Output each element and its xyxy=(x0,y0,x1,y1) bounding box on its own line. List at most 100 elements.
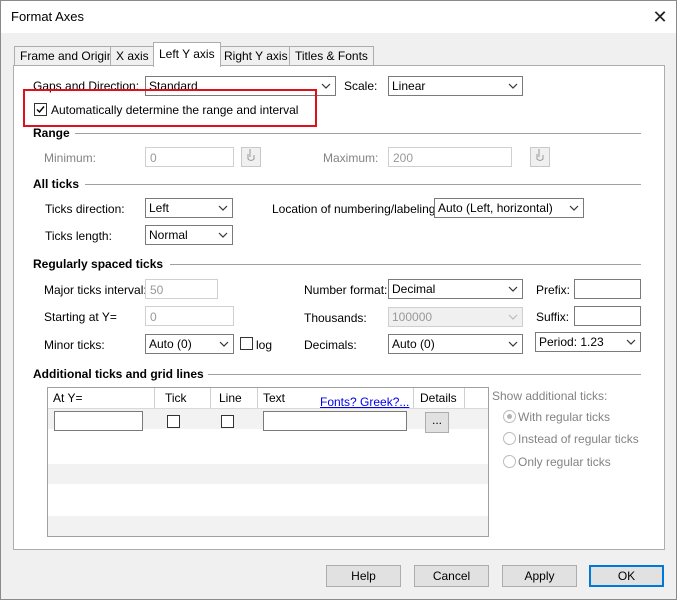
col-line: Line xyxy=(219,391,242,405)
tab-frame-and-origin[interactable]: Frame and Origin xyxy=(14,46,120,66)
additional-ticks-grid: At Y= Tick Line Text Fonts? Greek?... De… xyxy=(47,387,489,537)
chevron-down-icon xyxy=(508,314,518,320)
table-row xyxy=(48,492,488,512)
suffix-label: Suffix: xyxy=(536,310,570,324)
chevron-down-icon xyxy=(508,341,518,347)
ticks-length-value: Normal xyxy=(149,228,188,242)
col-divider xyxy=(154,388,155,408)
radio-only-regular[interactable] xyxy=(503,455,516,468)
pick-maximum-button[interactable] xyxy=(530,147,550,167)
minor-ticks-label: Minor ticks: xyxy=(44,338,105,352)
ticks-direction-label: Ticks direction: xyxy=(45,202,125,216)
minor-ticks-value: Auto (0) xyxy=(149,337,192,351)
log-checkbox[interactable] xyxy=(240,337,253,350)
radio-instead-of-regular[interactable] xyxy=(503,432,516,445)
line-checkbox[interactable] xyxy=(221,415,234,428)
maximum-value: 200 xyxy=(393,151,414,165)
minimum-input[interactable]: 0 xyxy=(145,147,234,167)
tab-x-axis[interactable]: X axis xyxy=(110,46,155,66)
decimals-value: Auto (0) xyxy=(392,337,435,351)
major-interval-label: Major ticks interval: xyxy=(44,283,147,297)
title-bar: Format Axes ✕ xyxy=(1,1,676,33)
tab-right-y-axis[interactable]: Right Y axis xyxy=(218,46,294,66)
period-value: Period: 1.23 xyxy=(539,335,604,349)
at-y-input[interactable] xyxy=(54,411,143,431)
chevron-down-icon xyxy=(508,83,518,89)
maximum-input[interactable]: 200 xyxy=(388,147,512,167)
chevron-down-icon xyxy=(626,339,636,345)
all-ticks-divider xyxy=(85,184,641,185)
location-label: Location of numbering/labeling: xyxy=(272,202,439,216)
maximum-label: Maximum: xyxy=(323,151,379,165)
radio-with-regular[interactable] xyxy=(503,410,516,423)
col-divider xyxy=(257,388,258,408)
thousands-value: 100000 xyxy=(392,310,433,324)
tab-left-y-axis[interactable]: Left Y axis xyxy=(153,42,221,67)
number-format-select[interactable]: Decimal xyxy=(388,279,523,299)
range-header: Range xyxy=(33,126,70,140)
cancel-button[interactable]: Cancel xyxy=(414,565,489,587)
details-button[interactable]: ... xyxy=(425,412,449,433)
show-additional-label: Show additional ticks: xyxy=(492,389,608,403)
scale-value: Linear xyxy=(392,79,426,93)
thousands-select[interactable]: 100000 xyxy=(388,307,523,327)
tick-checkbox[interactable] xyxy=(167,415,180,428)
number-format-label: Number format: xyxy=(304,283,388,297)
highlight-box xyxy=(23,89,317,127)
chevron-down-icon xyxy=(508,286,518,292)
starting-at-input[interactable]: 0 xyxy=(145,306,234,326)
minimum-value: 0 xyxy=(150,151,157,165)
table-row xyxy=(48,516,488,536)
text-input[interactable] xyxy=(263,411,407,431)
help-button[interactable]: Help xyxy=(326,565,401,587)
ok-button[interactable]: OK xyxy=(589,565,664,587)
prefix-input[interactable] xyxy=(574,279,641,299)
pointer-icon xyxy=(536,149,544,161)
chevron-down-icon xyxy=(218,205,228,211)
apply-button[interactable]: Apply xyxy=(502,565,577,587)
location-select[interactable]: Auto (Left, horizontal) xyxy=(434,198,584,218)
radio-instead-of-regular-label: Instead of regular ticks xyxy=(518,432,639,446)
additional-ticks-header: Additional ticks and grid lines xyxy=(33,367,204,381)
col-divider xyxy=(413,388,414,408)
grid-header-row: At Y= Tick Line Text Fonts? Greek?... De… xyxy=(48,388,488,409)
suffix-input[interactable] xyxy=(574,306,641,326)
ticks-direction-select[interactable]: Left xyxy=(145,198,233,218)
regular-ticks-divider xyxy=(170,264,641,265)
col-divider xyxy=(210,388,211,408)
col-at-y: At Y= xyxy=(53,391,83,405)
location-value: Auto (Left, horizontal) xyxy=(438,201,553,215)
ticks-direction-value: Left xyxy=(149,201,170,215)
range-divider xyxy=(75,133,641,134)
chevron-down-icon xyxy=(569,205,579,211)
col-tick: Tick xyxy=(165,391,187,405)
radio-with-regular-label: With regular ticks xyxy=(518,410,611,424)
additional-ticks-divider xyxy=(208,374,641,375)
radio-only-regular-label: Only regular ticks xyxy=(518,455,611,469)
minor-ticks-select[interactable]: Auto (0) xyxy=(145,334,234,354)
thousands-label: Thousands: xyxy=(304,311,367,325)
log-label: log xyxy=(256,338,273,352)
scale-label: Scale: xyxy=(344,79,378,93)
decimals-select[interactable]: Auto (0) xyxy=(388,334,523,354)
table-row: ... xyxy=(48,409,488,433)
scale-select[interactable]: Linear xyxy=(388,76,523,96)
starting-at-value: 0 xyxy=(150,310,157,324)
major-interval-value: 50 xyxy=(150,283,164,297)
major-interval-input[interactable]: 50 xyxy=(145,279,218,299)
prefix-label: Prefix: xyxy=(536,283,571,297)
close-icon[interactable]: ✕ xyxy=(645,3,675,31)
fonts-greek-link[interactable]: Fonts? Greek?... xyxy=(320,395,409,409)
col-text: Text xyxy=(263,391,286,405)
minimum-label: Minimum: xyxy=(44,151,97,165)
number-format-value: Decimal xyxy=(392,282,436,296)
window-title: Format Axes xyxy=(11,9,84,24)
col-details: Details xyxy=(420,391,457,405)
chevron-down-icon xyxy=(218,232,228,238)
ticks-length-select[interactable]: Normal xyxy=(145,225,233,245)
pick-minimum-button[interactable] xyxy=(241,147,261,167)
table-row xyxy=(48,464,488,484)
regular-ticks-header: Regularly spaced ticks xyxy=(33,257,164,271)
tab-titles-fonts[interactable]: Titles & Fonts xyxy=(289,46,374,66)
period-select[interactable]: Period: 1.23 xyxy=(535,332,641,352)
